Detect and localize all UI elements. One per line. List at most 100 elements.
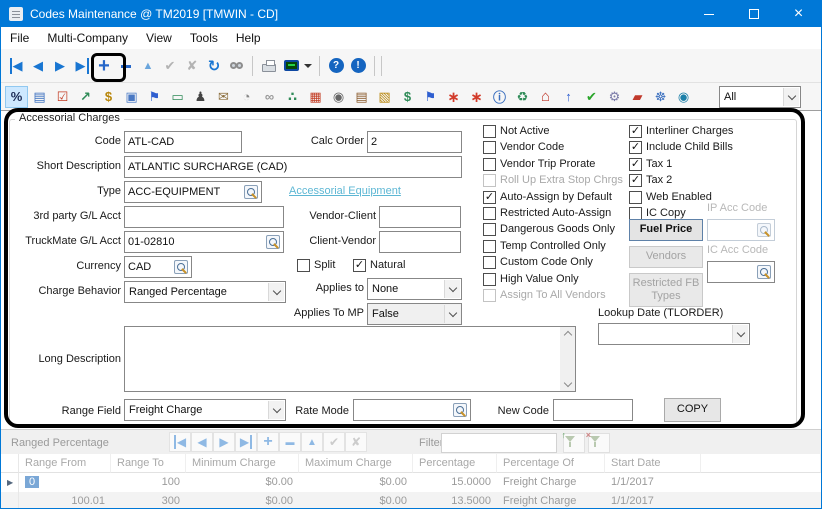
- natural-checkbox[interactable]: ✓ Natural: [353, 258, 405, 272]
- auto-assign-by-default-checkbox[interactable]: ✓Auto-Assign by Default: [483, 190, 612, 204]
- dangerous-goods-only-checkbox[interactable]: Dangerous Goods Only: [483, 222, 615, 236]
- recycle-icon[interactable]: ♻: [511, 86, 534, 108]
- about-button[interactable]: !: [347, 53, 369, 79]
- close-button[interactable]: ×: [776, 1, 821, 27]
- tax1-checkbox[interactable]: ✓Tax 1: [629, 157, 672, 171]
- selected-cell-value[interactable]: 0: [25, 476, 39, 488]
- module-filter-combo[interactable]: All: [719, 86, 801, 108]
- settings-gears-icon[interactable]: ⚙: [603, 86, 626, 108]
- vehicle-icon[interactable]: ▰: [626, 86, 649, 108]
- web-enabled-checkbox[interactable]: Web Enabled: [629, 190, 712, 204]
- vendor-client-input[interactable]: [379, 206, 461, 228]
- detail-next-button[interactable]: ▶: [213, 432, 235, 452]
- funds-transfer-icon[interactable]: $: [396, 86, 419, 108]
- grid-cell[interactable]: 1/1/2017: [605, 473, 701, 492]
- first-record-button[interactable]: ◀: [5, 53, 27, 79]
- grid-cell[interactable]: $0.00: [299, 492, 413, 509]
- range-field-combo[interactable]: Freight Charge: [124, 399, 286, 421]
- insert-record-button[interactable]: +: [93, 53, 115, 79]
- not-active-checkbox[interactable]: Not Active: [483, 124, 550, 138]
- grid-cell[interactable]: Freight Charge: [497, 473, 605, 492]
- maximize-button[interactable]: [731, 1, 776, 27]
- type-input[interactable]: [124, 181, 262, 203]
- home-icon[interactable]: ⌂: [534, 86, 557, 108]
- grid-cell[interactable]: Freight Charge: [497, 492, 605, 509]
- checkbox-box[interactable]: ✓: [483, 191, 496, 204]
- grid-cell[interactable]: 100: [111, 473, 186, 492]
- next-record-button[interactable]: ▶: [49, 53, 71, 79]
- ic-copy-checkbox[interactable]: IC Copy: [629, 206, 686, 220]
- menu-help[interactable]: Help: [227, 31, 270, 45]
- combo-dropdown-button[interactable]: [268, 401, 284, 419]
- find-button[interactable]: [225, 53, 247, 79]
- ip-acc-code-lookup-icon[interactable]: [757, 223, 771, 237]
- edit-record-button[interactable]: ▲: [137, 53, 159, 79]
- grid-cell[interactable]: 13.5000: [413, 492, 497, 509]
- accessorial-equipment-link[interactable]: Accessorial Equipment: [289, 185, 401, 197]
- payment-card-icon[interactable]: ▭: [166, 86, 189, 108]
- menu-multi-company[interactable]: Multi-Company: [38, 31, 137, 45]
- document-info-icon[interactable]: ⓘ: [488, 86, 511, 108]
- tax2-checkbox[interactable]: ✓Tax 2: [629, 173, 672, 187]
- type-lookup-icon[interactable]: [244, 185, 258, 199]
- col-header-range-from[interactable]: Range From: [19, 454, 111, 473]
- menu-view[interactable]: View: [137, 31, 181, 45]
- combo-dropdown-button[interactable]: [732, 325, 748, 343]
- grid-cell[interactable]: 300: [111, 492, 186, 509]
- copy-button[interactable]: COPY: [664, 398, 721, 422]
- long-description-textarea[interactable]: [124, 326, 576, 392]
- combo-dropdown-button[interactable]: [444, 305, 460, 323]
- detail-edit-button[interactable]: ▲: [301, 432, 323, 452]
- globe-icon[interactable]: ◉: [672, 86, 695, 108]
- cancel-edit-button[interactable]: ✘: [181, 53, 203, 79]
- title-bar[interactable]: Codes Maintenance @ TM2019 [TMWIN - CD] …: [1, 1, 821, 27]
- link-icon[interactable]: ∞: [258, 86, 281, 108]
- last-record-button[interactable]: ▶: [71, 53, 93, 79]
- audit-checklist-icon[interactable]: ☑: [51, 86, 74, 108]
- col-header-percentage[interactable]: Percentage: [413, 454, 497, 473]
- checkbox-box[interactable]: [483, 207, 496, 220]
- combo-dropdown-button[interactable]: [444, 280, 460, 298]
- third-party-gl-input[interactable]: [124, 206, 284, 228]
- chart-icon[interactable]: ↗: [74, 86, 97, 108]
- detail-insert-button[interactable]: +: [257, 432, 279, 452]
- new-code-input[interactable]: [553, 399, 633, 421]
- custom-code-only-checkbox[interactable]: Custom Code Only: [483, 255, 593, 269]
- grid-cell[interactable]: $0.00: [299, 473, 413, 492]
- applies-to-mp-combo[interactable]: False: [367, 303, 462, 325]
- rate-mode-lookup-icon[interactable]: [453, 403, 467, 417]
- checkbox-box[interactable]: [483, 256, 496, 269]
- checkbox-box[interactable]: [483, 240, 496, 253]
- textarea-scrollbar[interactable]: [560, 327, 575, 391]
- combo-dropdown-button[interactable]: [783, 88, 799, 106]
- fuel-price-button[interactable]: Fuel Price: [629, 219, 703, 241]
- post-edit-button[interactable]: ✔: [159, 53, 181, 79]
- calc-order-input[interactable]: [367, 131, 462, 153]
- driver-icon[interactable]: ♟: [189, 86, 212, 108]
- checkbox-box[interactable]: [629, 207, 642, 220]
- approve-icon[interactable]: ✔: [580, 86, 603, 108]
- org-chart-icon[interactable]: ∴: [281, 86, 304, 108]
- camera-icon[interactable]: ◉: [327, 86, 350, 108]
- restricted-auto-assign-checkbox[interactable]: Restricted Auto-Assign: [483, 206, 611, 220]
- high-value-only-checkbox[interactable]: High Value Only: [483, 272, 579, 286]
- scroll-down-icon[interactable]: [563, 379, 571, 387]
- short-description-input[interactable]: [124, 156, 462, 178]
- package-icon[interactable]: ▧: [373, 86, 396, 108]
- checkbox-box[interactable]: [297, 259, 310, 272]
- mail-icon[interactable]: ✉: [212, 86, 235, 108]
- network-2-icon[interactable]: ∗: [465, 86, 488, 108]
- checkbox-box[interactable]: ✓: [629, 174, 642, 187]
- detail-prior-button[interactable]: ◀: [191, 432, 213, 452]
- checkbox-box[interactable]: [629, 191, 642, 204]
- col-header-minimum-charge[interactable]: Minimum Charge: [186, 454, 299, 473]
- detail-delete-button[interactable]: ▬: [279, 432, 301, 452]
- upload-icon[interactable]: ↑: [557, 86, 580, 108]
- fax-icon[interactable]: ▤: [350, 86, 373, 108]
- include-child-bills-checkbox[interactable]: ✓Include Child Bills: [629, 140, 733, 154]
- checkbox-box[interactable]: ✓: [629, 141, 642, 154]
- grid-cell[interactable]: 1/1/2017: [605, 492, 701, 509]
- filter-input[interactable]: [441, 433, 557, 453]
- col-header-percentage-of[interactable]: Percentage Of: [497, 454, 605, 473]
- checkbox-box[interactable]: [483, 158, 496, 171]
